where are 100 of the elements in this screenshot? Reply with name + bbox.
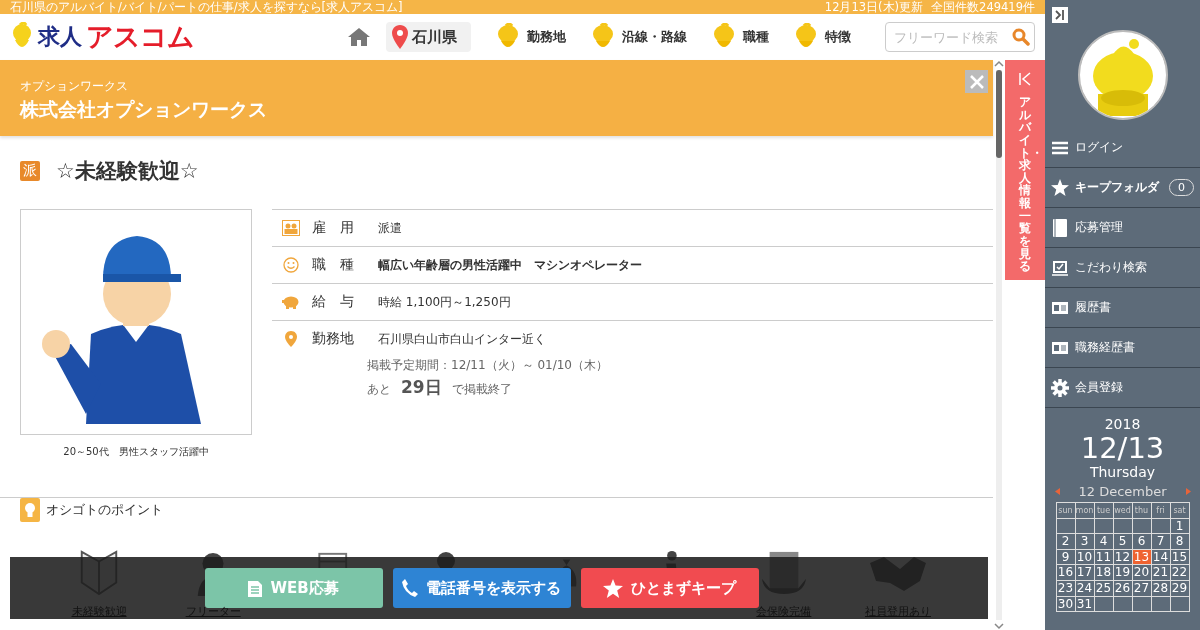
tagline: 石川県のアルバイト/バイト/パートの仕事/求人を探すなら[求人アスコム] [10,0,403,14]
calendar-day[interactable]: 17 [1075,565,1095,581]
calendar-day[interactable]: 22 [1170,565,1190,581]
calendar-day[interactable]: 29 [1170,580,1190,597]
calendar-day[interactable]: 9 [1056,549,1076,566]
id-card-icon [1051,341,1069,354]
checkbox-icon [1051,259,1069,276]
job-title: ☆未経験歓迎☆ [56,158,199,185]
star-icon [1051,179,1069,196]
posting-period: 掲載予定期間：12/11（火）～ 01/10（木） [367,357,609,374]
calendar-cell [1113,596,1133,613]
company-kana: オプションワークス [20,78,129,95]
calendar-weekday: Thursday [1089,464,1156,480]
calendar-cell [1094,596,1114,613]
sidebar-item[interactable]: 会員登録 [1045,368,1200,408]
nav-link[interactable]: 特徴 [793,23,851,51]
calendar-day[interactable]: 31 [1075,596,1095,613]
scrollbar[interactable] [993,60,1005,630]
dispatch-badge: 派 [20,161,40,181]
calendar-cell [1170,596,1190,613]
prefecture-button[interactable]: 石川県 [386,22,471,52]
company-name: 株式会社オプションワークス [20,97,268,122]
collapse-left-icon [1018,72,1032,86]
section-title: オシゴトのポイント [46,501,163,519]
logo-text[interactable]: 求人 [38,22,82,52]
scroll-up-icon[interactable] [993,60,1005,68]
calendar-day[interactable]: 14 [1151,549,1171,566]
search-icon[interactable] [1012,28,1030,46]
field-value: 派遣 [378,219,402,237]
calendar-day[interactable]: 24 [1075,580,1095,597]
calendar-day[interactable]: 2 [1056,534,1076,550]
scroll-down-icon[interactable] [993,622,1005,630]
smiley-icon [282,257,300,273]
job-list-tab[interactable]: アルバイト・求人情報一覧を見る [1005,60,1045,280]
field-value: 石川県白山市白山インター近く [378,330,546,348]
calendar-day[interactable]: 23 [1056,580,1076,597]
people-icon [282,220,300,236]
logo-text[interactable]: アスコム [86,19,194,55]
calendar-cell [1151,518,1171,535]
calendar-month: 12 December [1078,484,1167,499]
sidebar-item[interactable]: こだわり検索 [1045,248,1200,288]
calendar-day[interactable]: 20 [1132,565,1152,581]
next-month-icon[interactable] [1185,488,1191,495]
field-label: 給 与 [312,293,355,311]
calendar-day[interactable]: 21 [1151,565,1171,581]
notebook-icon [1051,218,1069,237]
weekday-header: thu [1132,503,1152,519]
sidebar-item[interactable]: 応募管理 [1045,208,1200,248]
id-card-icon [1051,301,1069,314]
calendar-day[interactable]: 1 [1170,518,1190,535]
document-icon [248,579,263,597]
star-icon [603,578,623,598]
nav-link[interactable]: 勤務地 [495,23,566,51]
home-icon[interactable] [348,28,370,46]
sidebar-item[interactable]: ログイン [1045,128,1200,168]
previous-month-icon[interactable] [1054,488,1060,495]
calendar-day[interactable]: 18 [1094,565,1114,581]
calendar-year: 2018 [1104,416,1141,432]
calendar-day[interactable]: 6 [1132,534,1152,550]
calendar-day[interactable]: 25 [1094,580,1114,597]
weekday-header: mon [1075,503,1095,519]
field-label: 職 種 [312,256,355,274]
calendar-day[interactable]: 26 [1113,580,1133,597]
calendar-day[interactable]: 8 [1170,534,1190,550]
gear-icon [1051,378,1069,397]
nav-link[interactable]: 沿線・路線 [590,23,687,51]
calendar-day[interactable]: 30 [1056,596,1076,613]
remaining-days: 29日 [401,376,442,399]
weekday-header: sat [1170,503,1190,519]
map-pin-icon [282,331,300,347]
action-button[interactable]: 電話番号を表示する [392,568,571,608]
remaining-prefix: あと [367,381,391,398]
calendar-day[interactable]: 3 [1075,534,1095,550]
sidebar-item[interactable]: キープフォルダ 0 [1045,168,1200,208]
nav-link[interactable]: 職種 [711,23,769,51]
action-button[interactable]: ひとまずキープ [580,568,759,608]
calendar-day[interactable]: 11 [1094,549,1114,566]
calendar-cell [1132,596,1152,613]
lightbulb-icon [20,498,40,522]
weekday-header: wed [1113,503,1133,519]
field-value: 幅広い年齢層の男性活躍中 マシンオペレーター [378,256,642,274]
calendar-day[interactable]: 5 [1113,534,1133,550]
calendar-day[interactable]: 10 [1075,549,1095,566]
collapse-icon[interactable] [1052,7,1068,23]
piggy-bank-icon [282,295,300,309]
calendar-day[interactable]: 7 [1151,534,1171,550]
field-label: 雇 用 [312,219,355,237]
calendar-cell [1113,518,1133,535]
calendar-day[interactable]: 19 [1113,565,1133,581]
close-button[interactable] [965,70,988,93]
calendar-day[interactable]: 4 [1094,534,1114,550]
calendar-day[interactable]: 28 [1151,580,1171,597]
calendar-day[interactable]: 16 [1056,565,1076,581]
calendar-day[interactable]: 27 [1132,580,1152,597]
field-value: 時給 1,100円～1,250円 [378,293,511,311]
sidebar-item[interactable]: 履歴書 [1045,288,1200,328]
calendar-day[interactable]: 12 [1113,549,1133,566]
sidebar-item[interactable]: 職務経歴書 [1045,328,1200,368]
calendar-day[interactable]: 15 [1170,549,1190,566]
total-count: 全国件数249419件 [931,0,1035,14]
